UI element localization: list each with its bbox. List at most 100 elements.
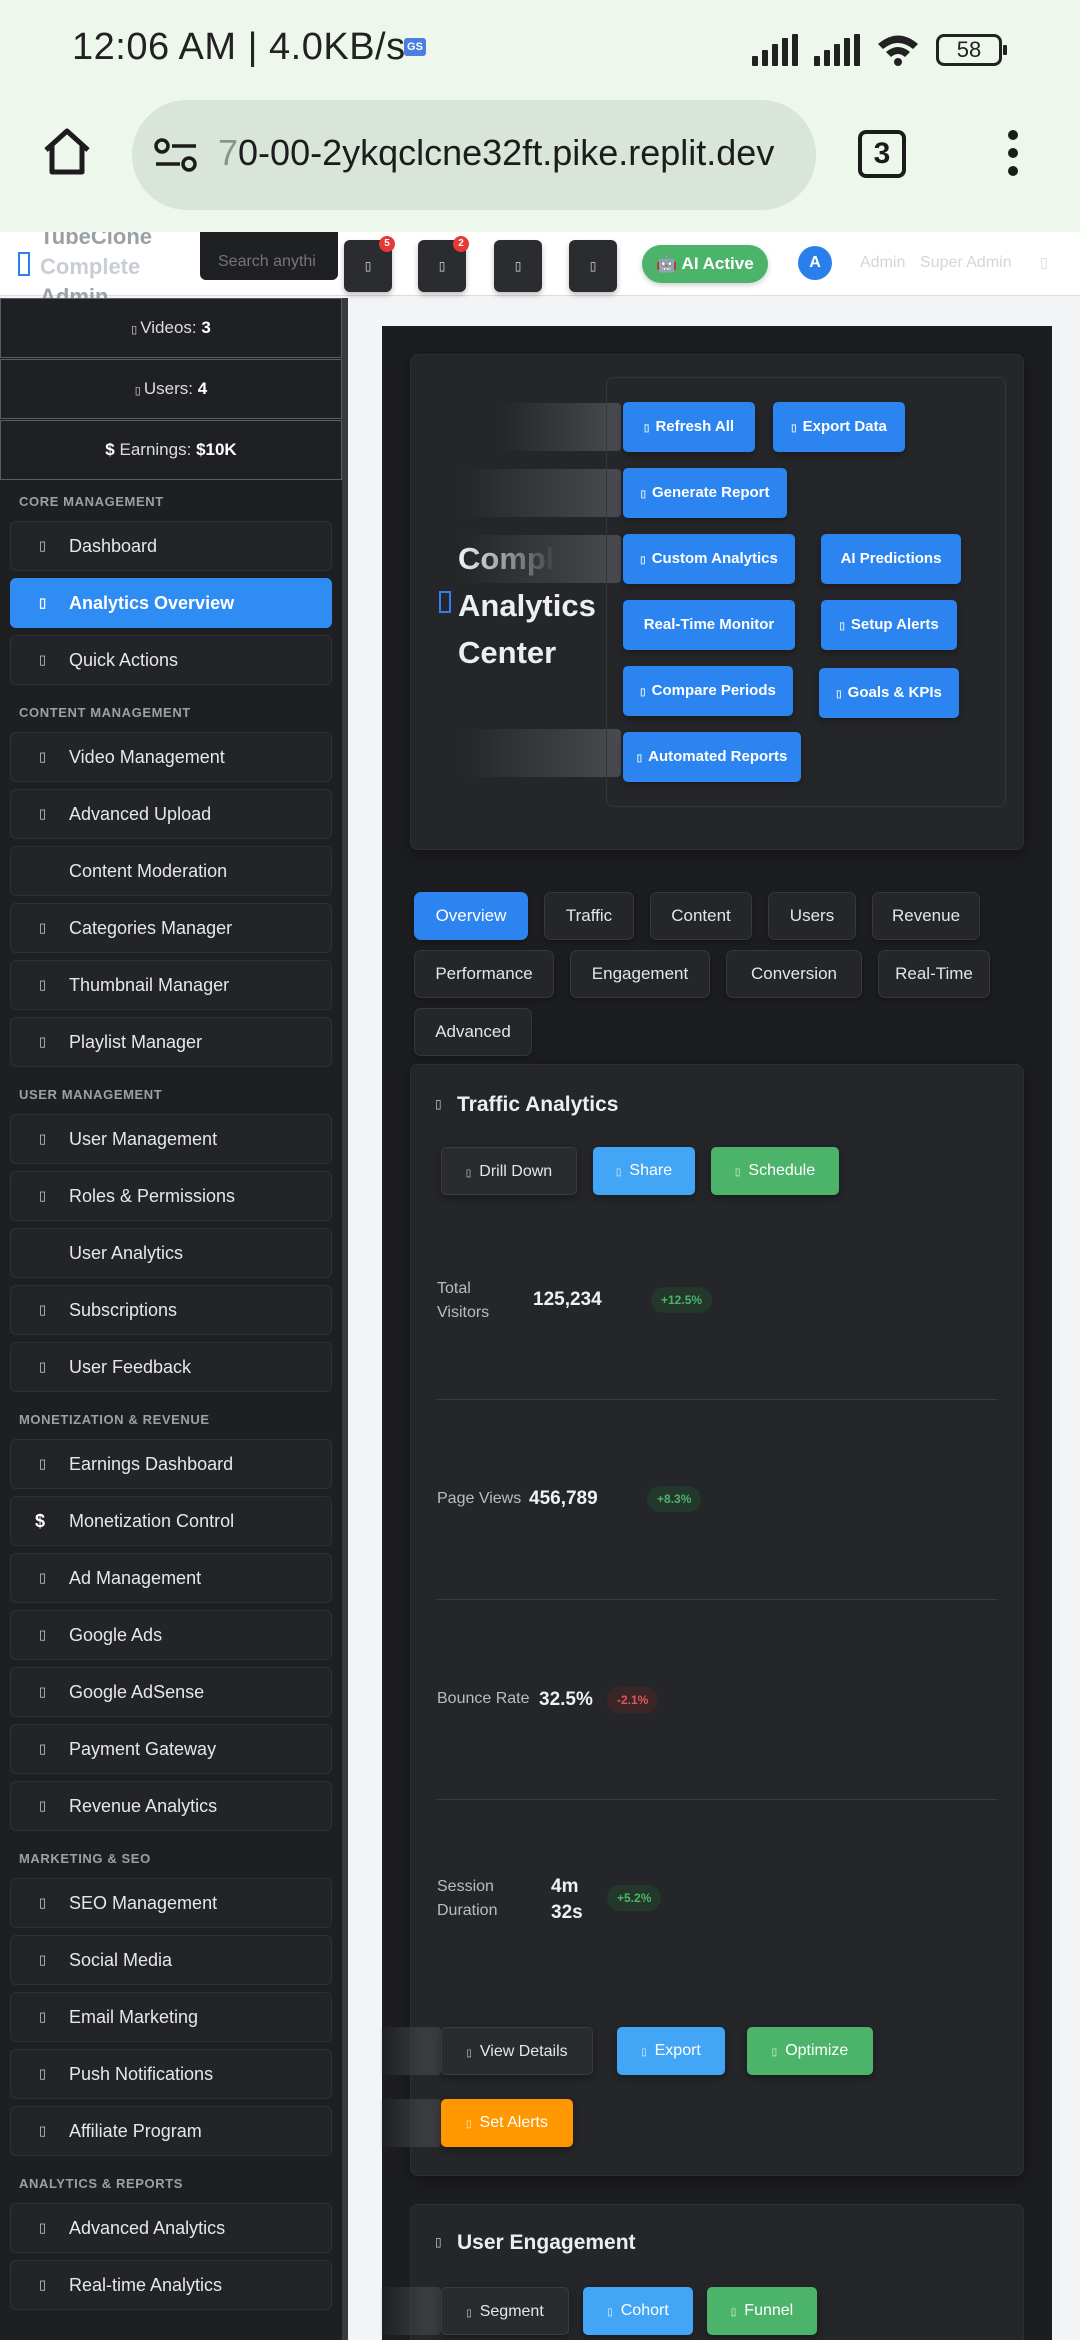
sidebar-item-playlist-manager[interactable]: ▯ Playlist Manager [10, 1017, 332, 1067]
rocket-icon: ▯ [771, 2047, 778, 2058]
wifi-icon [878, 35, 918, 66]
tab-users[interactable]: Users [768, 892, 856, 940]
sidebar-item-ad-management[interactable]: ▯ Ad Management [10, 1553, 332, 1603]
view-details-button[interactable]: ▯ View Details [441, 2027, 593, 2075]
segment-button[interactable]: ▯ Segment [441, 2287, 569, 2335]
sidebar-item-quick-actions[interactable]: ▯ Quick Actions [10, 635, 332, 685]
site-settings-icon[interactable] [154, 138, 198, 172]
refresh-all-button[interactable]: ▯ Refresh All [623, 402, 755, 452]
home-icon[interactable] [40, 124, 94, 178]
url-text[interactable]: 70-00-2ykqclcne32ft.pike.replit.dev [218, 132, 798, 174]
messages-button[interactable]: ▯ 2 [418, 236, 469, 292]
schedule-button[interactable]: ▯ Schedule [711, 1147, 839, 1195]
refresh-icon: ▯ [643, 423, 650, 434]
mail-icon: ▯ [39, 2009, 47, 2024]
tab-revenue[interactable]: Revenue [872, 892, 980, 940]
sidebar-item-affiliate-program[interactable]: ▯ Affiliate Program [10, 2106, 332, 2156]
browser-menu-icon[interactable] [1008, 130, 1020, 180]
sidebar-item-google-adsense[interactable]: ▯ Google AdSense [10, 1667, 332, 1717]
sidebar-item-advanced-upload[interactable]: ▯ Advanced Upload [10, 789, 332, 839]
pulse-icon: ▯ [39, 2277, 47, 2292]
section-analytics: ANALYTICS & REPORTS [19, 2176, 184, 2191]
sidebar-item-revenue-analytics[interactable]: ▯ Revenue Analytics [10, 1781, 332, 1831]
card-title: Traffic Analytics [457, 1093, 619, 1116]
automated-reports-button[interactable]: ▯ Automated Reports [623, 732, 801, 782]
button-shadow [379, 2027, 441, 2075]
tab-content[interactable]: Content [650, 892, 752, 940]
sidebar-item-content-moderation[interactable]: Content Moderation [10, 846, 332, 896]
sidebar-item-label: Earnings Dashboard [69, 1454, 234, 1474]
sidebar-item-roles-permissions[interactable]: ▯ Roles & Permissions [10, 1171, 332, 1221]
sidebar-item-social-media[interactable]: ▯ Social Media [10, 1935, 332, 1985]
funnel-icon: ▯ [730, 2307, 737, 2318]
header-action-button-3[interactable]: ▯ [494, 240, 542, 292]
chat-icon: ▯ [39, 1359, 47, 1374]
tab-switcher-button[interactable]: 3 [858, 130, 906, 178]
sidebar-item-thumbnail-manager[interactable]: ▯ Thumbnail Manager [10, 960, 332, 1010]
dollar-icon: $ [105, 440, 115, 459]
sidebar-item-monetization-control[interactable]: $ Monetization Control [10, 1496, 332, 1546]
user-menu-icon[interactable]: ▯ [1040, 254, 1048, 271]
sidebar-item-realtime-analytics[interactable]: ▯ Real-time Analytics [10, 2260, 332, 2310]
automated-reports-label: Automated Reports [648, 748, 788, 765]
tab-engagement[interactable]: Engagement [570, 950, 710, 998]
key-icon: ▯ [39, 1188, 47, 1203]
sidebar-item-user-feedback[interactable]: ▯ User Feedback [10, 1342, 332, 1392]
traffic-analytics-card: ▯ Traffic Analytics ▯ Drill Down ▯ Share ▯… [379, 1064, 1024, 2176]
sidebar-item-user-management[interactable]: ▯ User Management [10, 1114, 332, 1164]
section-content: CONTENT MANAGEMENT [19, 705, 191, 720]
header-action-button-4[interactable]: ▯ [569, 240, 617, 292]
export-data-button[interactable]: ▯ Export Data [773, 402, 905, 452]
sidebar-item-user-analytics[interactable]: User Analytics [10, 1228, 332, 1278]
generate-report-button[interactable]: ▯ Generate Report [623, 468, 787, 518]
sidebar-item-analytics-overview[interactable]: ▯ Analytics Overview [10, 578, 332, 628]
button-shadow [379, 2099, 441, 2147]
realtime-monitor-button[interactable]: Real-Time Monitor [623, 600, 795, 650]
metric-pageviews-delta: +8.3% [647, 1486, 702, 1512]
sidebar-item-label: Ad Management [69, 1568, 202, 1588]
sidebar-item-google-ads[interactable]: ▯ Google Ads [10, 1610, 332, 1660]
sidebar-item-label: Quick Actions [69, 650, 179, 670]
search-input[interactable] [200, 232, 338, 280]
sidebar-item-earnings-dashboard[interactable]: ▯ Earnings Dashboard [10, 1439, 332, 1489]
notifications-button[interactable]: ▯ 5 [344, 236, 395, 292]
money-icon: ▯ [39, 1456, 47, 1471]
sidebar-item-video-management[interactable]: ▯ Video Management [10, 732, 332, 782]
sidebar-item-payment-gateway[interactable]: ▯ Payment Gateway [10, 1724, 332, 1774]
sidebar-item-label: Revenue Analytics [69, 1796, 218, 1816]
sidebar-item-label: Thumbnail Manager [69, 975, 230, 995]
goals-kpis-button[interactable]: ▯ Goals & KPIs [819, 668, 959, 718]
sidebar-item-email-marketing[interactable]: ▯ Email Marketing [10, 1992, 332, 2042]
user-role: Super Admin [920, 254, 1012, 271]
sidebar-item-push-notifications[interactable]: ▯ Push Notifications [10, 2049, 332, 2099]
custom-analytics-button[interactable]: ▯ Custom Analytics [623, 534, 795, 584]
drill-down-button[interactable]: ▯ Drill Down [441, 1147, 577, 1195]
tab-performance[interactable]: Performance [414, 950, 554, 998]
sidebar-item-categories-manager[interactable]: ▯ Categories Manager [10, 903, 332, 953]
sidebar-item-label: Affiliate Program [69, 2121, 202, 2141]
sidebar-item-subscriptions[interactable]: ▯ Subscriptions [10, 1285, 332, 1335]
logo-icon [18, 252, 30, 276]
ai-status-badge[interactable]: 🤖 AI Active [642, 245, 768, 283]
tab-traffic[interactable]: Traffic [544, 892, 634, 940]
url-bar[interactable]: 70-00-2ykqclcne32ft.pike.replit.dev [132, 100, 816, 210]
optimize-button[interactable]: ▯ Optimize [747, 2027, 873, 2075]
tab-overview[interactable]: Overview [414, 892, 528, 940]
share-button[interactable]: ▯ Share [593, 1147, 695, 1195]
tab-realtime[interactable]: Real-Time [878, 950, 990, 998]
export-button[interactable]: ▯ Export [617, 2027, 725, 2075]
compare-periods-button[interactable]: ▯ Compare Periods [623, 666, 793, 716]
set-alerts-button[interactable]: ▯ Set Alerts [441, 2099, 573, 2147]
funnel-button[interactable]: ▯ Funnel [707, 2287, 817, 2335]
tab-conversion[interactable]: Conversion [726, 950, 862, 998]
cohort-button[interactable]: ▯ Cohort [583, 2287, 693, 2335]
avatar[interactable]: A [798, 246, 832, 280]
stat-users-label: Users: [143, 379, 194, 398]
setup-alerts-button[interactable]: ▯ Setup Alerts [821, 600, 957, 650]
tab-advanced[interactable]: Advanced [414, 1008, 532, 1056]
sidebar-item-dashboard[interactable]: ▯ Dashboard [10, 521, 332, 571]
sidebar-item-advanced-analytics[interactable]: ▯ Advanced Analytics [10, 2203, 332, 2253]
ai-predictions-button[interactable]: AI Predictions [821, 534, 961, 584]
signal-icon-2 [814, 34, 860, 66]
sidebar-item-seo-management[interactable]: ▯ SEO Management [10, 1878, 332, 1928]
